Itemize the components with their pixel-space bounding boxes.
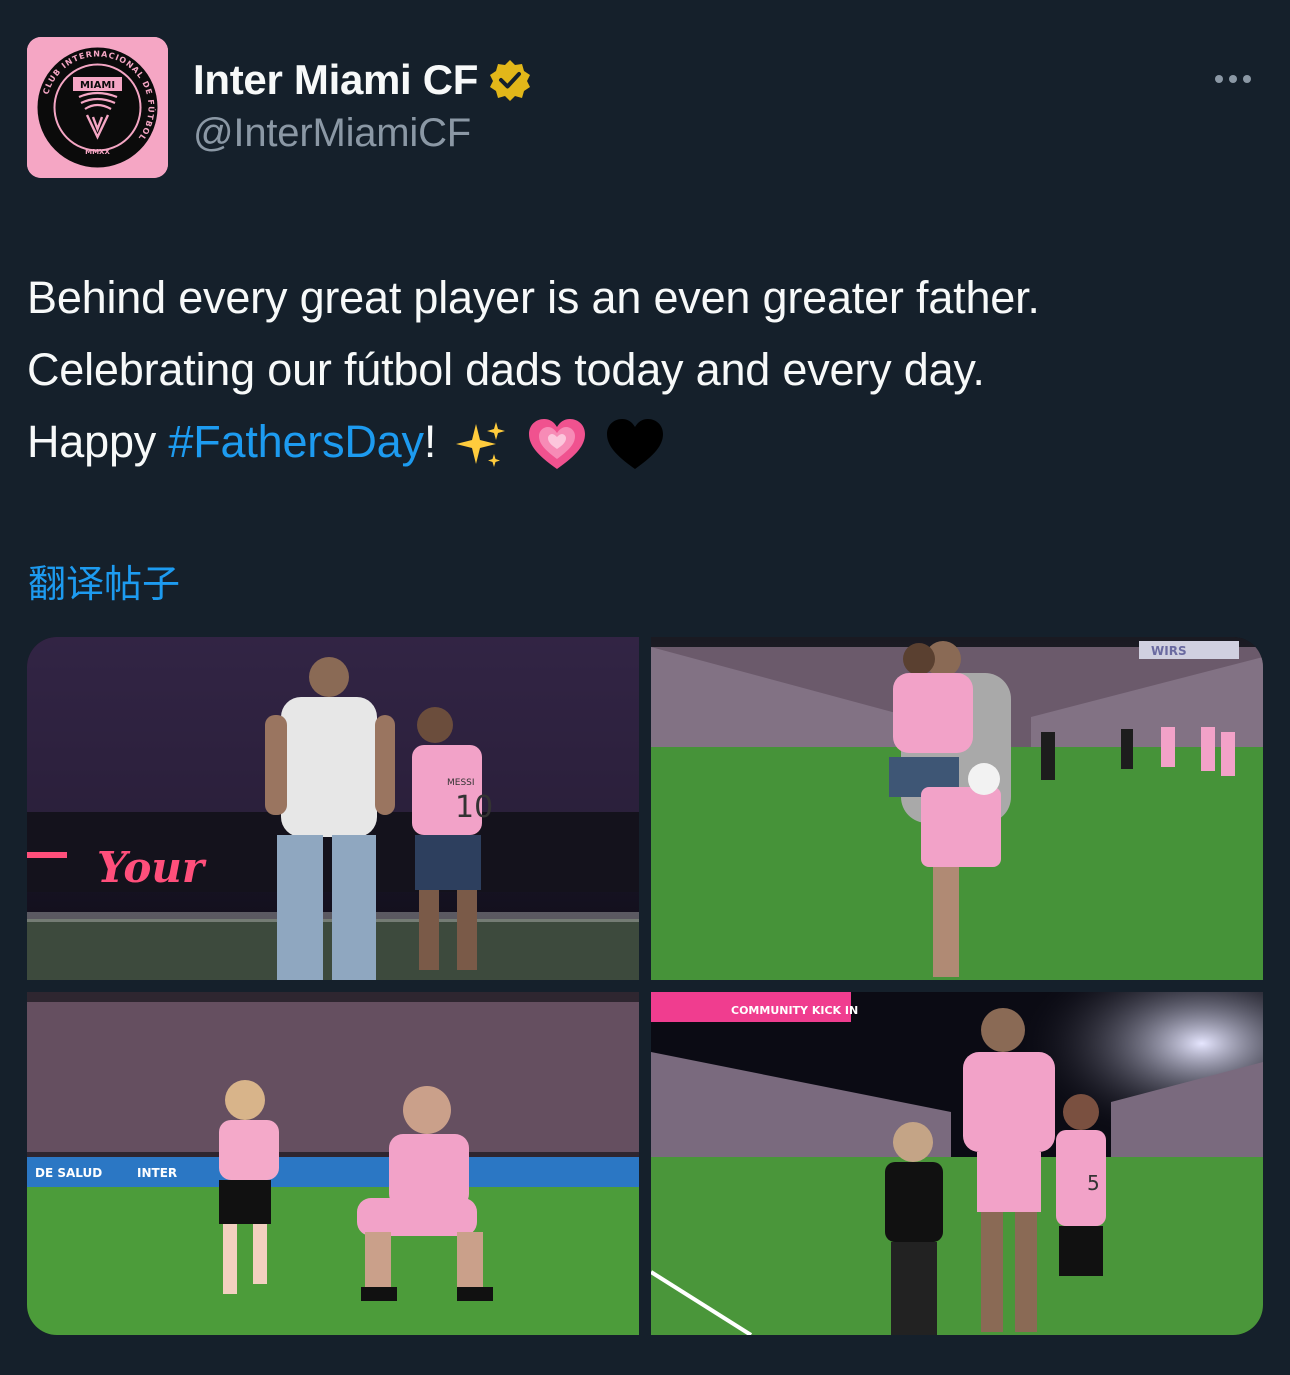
photo-1-text-messi: MESSI	[447, 778, 475, 788]
tweet-line-3: Happy #FathersDay!	[27, 406, 1267, 478]
photo-4-image: COMMUNITY KICK IN 5	[651, 992, 1263, 1335]
hashtag-link[interactable]: #FathersDay	[168, 416, 424, 467]
photo-3-text-salud: DE SALUD	[35, 1166, 102, 1180]
tweet-header: CLUB INTERNACIONAL DE FÚTBOL MIAMI MMXX …	[27, 37, 1263, 179]
tweet-line-3-suffix: !	[423, 416, 437, 467]
photo-2[interactable]: WIRS	[651, 637, 1263, 980]
verified-gold-badge-icon[interactable]	[488, 58, 532, 102]
more-horizontal-icon	[1215, 75, 1223, 83]
translate-post-link[interactable]: 翻译帖子	[28, 553, 180, 608]
more-horizontal-icon	[1229, 75, 1237, 83]
user-handle[interactable]: @InterMiamiCF	[193, 111, 532, 156]
photo-4-text-number: 5	[1087, 1171, 1100, 1195]
tweet-line-1: Behind every great player is an even gre…	[27, 272, 1040, 323]
media-grid: Your MESSI 10 WIRS DE SALUD INTER COMMUN…	[27, 637, 1263, 1335]
black-heart-icon	[607, 419, 664, 470]
logo-bottom-text: MMXX	[85, 148, 110, 156]
tweet-line-2: Celebrating our fútbol dads today and ev…	[27, 344, 985, 395]
photo-1-text-your: Your	[97, 843, 207, 892]
tweet-text: Behind every great player is an even gre…	[27, 262, 1267, 478]
photo-1[interactable]: Your MESSI 10	[27, 637, 639, 980]
tweet-line-3-prefix: Happy	[27, 416, 169, 467]
author-names: Inter Miami CF @InterMiamiCF	[193, 55, 532, 156]
photo-4-text-banner: COMMUNITY KICK IN	[731, 1004, 858, 1017]
photo-2-image: WIRS	[651, 637, 1263, 980]
more-horizontal-icon	[1243, 75, 1251, 83]
display-name-row: Inter Miami CF	[193, 55, 532, 105]
photo-3-text-inter: INTER	[137, 1166, 177, 1180]
photo-1-image: Your MESSI 10	[27, 637, 639, 980]
logo-top-text: MIAMI	[80, 80, 115, 91]
avatar[interactable]: CLUB INTERNACIONAL DE FÚTBOL MIAMI MMXX	[27, 37, 168, 178]
photo-3[interactable]: DE SALUD INTER	[27, 992, 639, 1335]
photo-4[interactable]: COMMUNITY KICK IN 5	[651, 992, 1263, 1335]
display-name[interactable]: Inter Miami CF	[193, 56, 478, 104]
more-options-button[interactable]	[1203, 59, 1263, 99]
photo-1-text-number: 10	[455, 790, 493, 825]
inter-miami-logo-icon: CLUB INTERNACIONAL DE FÚTBOL MIAMI MMXX	[27, 37, 168, 178]
photo-3-image: DE SALUD INTER	[27, 992, 639, 1335]
photo-2-text-board: WIRS	[1151, 644, 1187, 658]
sparkles-icon	[456, 422, 506, 468]
growing-heart-icon	[528, 419, 585, 470]
